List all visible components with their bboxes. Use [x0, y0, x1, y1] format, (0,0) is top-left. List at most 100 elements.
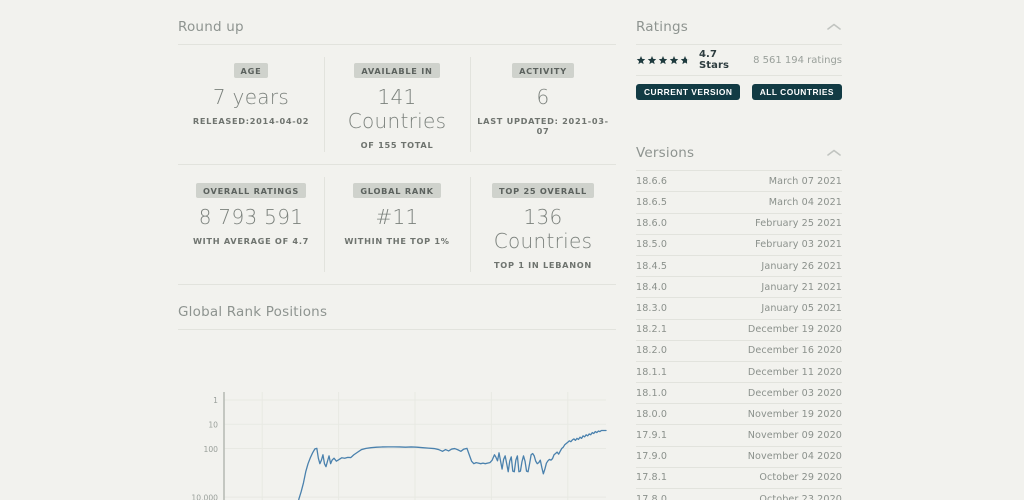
global-rank-chart: 11010010,000100,000300,0002014-05-132015… [178, 334, 616, 500]
stat-value: 7 years [212, 85, 290, 109]
ratings-filter-buttons: Current Version All Countries [636, 84, 842, 101]
ratings-divider-bottom [636, 75, 842, 76]
version-number: 17.8.1 [636, 472, 668, 484]
dashboard-page: Round up AGE 7 years RELEASED:2014-04-02… [0, 0, 1024, 500]
version-number: 18.0.0 [636, 408, 668, 420]
version-row[interactable]: 17.8.0 October 23 2020 [636, 489, 842, 500]
version-date: February 03 2021 [755, 239, 842, 251]
version-number: 17.8.0 [636, 493, 668, 500]
version-date: November 19 2020 [747, 408, 842, 420]
stat-subtitle: LAST UPDATED: 2021-03-07 [477, 116, 609, 136]
rank-chart-svg: 11010010,000100,000300,0002014-05-132015… [191, 392, 607, 500]
version-number: 18.4.5 [636, 260, 668, 272]
stat-card-global-rank: GLOBAL RANK #11 WITHIN THE TOP 1% [324, 165, 470, 284]
star-icon [669, 56, 679, 65]
stat-card-top25-overall: TOP 25 OVERALL 136 Countries TOP 1 IN LE… [470, 165, 616, 284]
version-number: 18.1.1 [636, 366, 668, 378]
version-row[interactable]: 18.2.0 December 16 2020 [636, 341, 842, 362]
version-date: March 04 2021 [768, 197, 842, 209]
stat-card-activity: ACTIVITY 6 LAST UPDATED: 2021-03-07 [470, 45, 616, 164]
stat-value: #11 [375, 205, 419, 229]
version-number: 18.6.6 [636, 175, 668, 187]
version-row[interactable]: 18.0.0 November 19 2020 [636, 404, 842, 426]
chevron-up-icon[interactable] [826, 22, 842, 32]
stat-card-available-in: AVAILABLE IN 141 Countries OF 155 TOTAL [324, 45, 470, 164]
chart-panel-title: Global Rank Positions [178, 304, 328, 320]
version-date: January 05 2021 [761, 302, 842, 314]
version-date: October 23 2020 [759, 493, 842, 500]
chart-y-tick-label: 10 [208, 420, 218, 429]
stat-badge: GLOBAL RANK [353, 183, 441, 198]
star-icon [658, 56, 668, 65]
version-number: 17.9.1 [636, 430, 668, 442]
version-date: January 26 2021 [761, 260, 842, 272]
stat-subtitle: TOP 1 IN LEBANON [494, 260, 592, 270]
stat-value: 8 793 591 [198, 205, 304, 229]
version-row[interactable]: 18.6.0 February 25 2021 [636, 214, 842, 235]
ratings-panel-header[interactable]: Ratings [636, 0, 842, 44]
stat-card-age: AGE 7 years RELEASED:2014-04-02 [178, 45, 324, 164]
star-icon [636, 56, 646, 65]
version-date: January 21 2021 [761, 281, 842, 293]
stat-badge: AVAILABLE IN [354, 63, 440, 78]
version-date: December 19 2020 [747, 324, 842, 336]
stat-subtitle: WITHIN THE TOP 1% [344, 236, 450, 246]
current-version-button[interactable]: Current Version [636, 84, 741, 101]
version-row[interactable]: 18.6.6 March 07 2021 [636, 171, 842, 193]
version-number: 17.9.0 [636, 451, 668, 463]
version-row[interactable]: 18.6.5 March 04 2021 [636, 192, 842, 214]
version-number: 18.6.5 [636, 197, 668, 209]
version-date: November 09 2020 [747, 430, 842, 442]
star-icon [647, 56, 657, 65]
stat-badge: OVERALL RATINGS [196, 183, 306, 198]
version-date: December 16 2020 [747, 345, 842, 357]
right-column: Ratings 4.7 Stars 8 561 194 ratings Curr… [636, 0, 1024, 500]
version-date: October 29 2020 [759, 472, 842, 484]
versions-title: Versions [636, 145, 695, 162]
ratings-title: Ratings [636, 19, 688, 35]
rating-score: 4.7 Stars [699, 49, 730, 71]
version-row[interactable]: 18.4.5 January 26 2021 [636, 256, 842, 278]
version-date: December 11 2020 [747, 366, 842, 378]
left-column: Round up AGE 7 years RELEASED:2014-04-02… [178, 0, 616, 500]
version-date: March 07 2021 [768, 175, 842, 187]
version-row[interactable]: 18.5.0 February 03 2021 [636, 235, 842, 256]
stat-value: 141 Countries [347, 85, 447, 133]
chart-y-tick-label: 10,000 [191, 493, 218, 500]
version-row[interactable]: 17.9.0 November 04 2020 [636, 447, 842, 468]
version-date: February 25 2021 [755, 218, 842, 230]
version-date: December 03 2020 [747, 387, 842, 399]
star-icon [680, 56, 690, 65]
stat-subtitle: RELEASED:2014-04-02 [192, 116, 310, 126]
version-number: 18.1.0 [636, 387, 668, 399]
star-rating [636, 55, 690, 65]
version-row[interactable]: 18.1.1 December 11 2020 [636, 362, 842, 384]
version-row[interactable]: 18.1.0 December 03 2020 [636, 383, 842, 405]
version-row[interactable]: 18.4.0 January 21 2021 [636, 277, 842, 299]
stat-card-overall-ratings: OVERALL RATINGS 8 793 591 WITH AVERAGE O… [178, 165, 324, 284]
version-row[interactable]: 18.2.1 December 19 2020 [636, 320, 842, 341]
stat-value: 136 Countries [493, 205, 593, 253]
stats-row-2: OVERALL RATINGS 8 793 591 WITH AVERAGE O… [178, 165, 616, 284]
version-number: 18.2.1 [636, 324, 668, 336]
version-row[interactable]: 18.3.0 January 05 2021 [636, 298, 842, 320]
version-date: November 04 2020 [747, 451, 842, 463]
chevron-up-icon[interactable] [826, 148, 842, 158]
chart-y-tick-label: 1 [213, 396, 218, 405]
version-number: 18.4.0 [636, 281, 668, 293]
version-number: 18.2.0 [636, 345, 668, 357]
stat-subtitle: WITH AVERAGE OF 4.7 [192, 236, 310, 246]
stat-badge: ACTIVITY [512, 63, 574, 78]
versions-panel-header[interactable]: Versions [636, 126, 842, 170]
chart-y-tick-label: 100 [204, 445, 219, 454]
rating-count: 8 561 194 ratings [753, 54, 842, 66]
all-countries-button[interactable]: All Countries [751, 84, 842, 101]
roundup-title: Round up [178, 19, 244, 35]
version-row[interactable]: 17.9.1 November 09 2020 [636, 425, 842, 447]
version-number: 18.6.0 [636, 218, 668, 230]
stat-value: 6 [536, 85, 550, 109]
version-row[interactable]: 17.8.1 October 29 2020 [636, 468, 842, 490]
chart-divider [178, 329, 616, 330]
stats-row-1: AGE 7 years RELEASED:2014-04-02 AVAILABL… [178, 45, 616, 164]
stat-badge: TOP 25 OVERALL [492, 183, 594, 198]
